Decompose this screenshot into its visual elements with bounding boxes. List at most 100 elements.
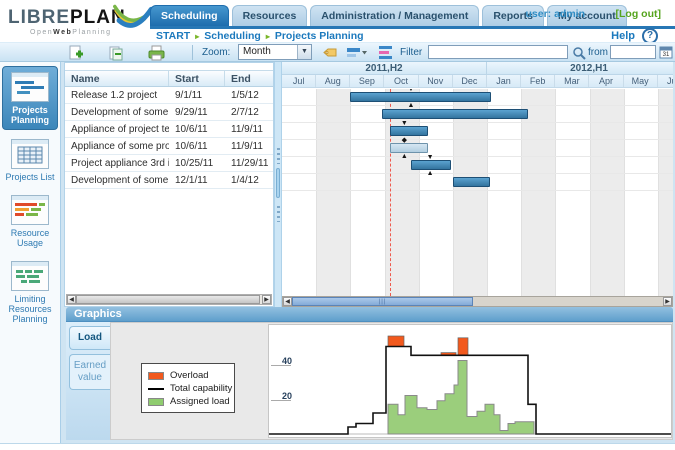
timeline-month: Oct xyxy=(384,75,418,87)
table-row[interactable]: Appliance of project template10/6/1111/9… xyxy=(65,121,273,138)
sidebar: Projects Planning Projects List Resource U… xyxy=(0,62,61,443)
cell-start: 10/6/11 xyxy=(169,121,225,137)
triangle-up-icon: ▲ xyxy=(426,170,435,177)
today-line xyxy=(390,89,391,296)
cell-start: 9/29/11 xyxy=(169,104,225,120)
timeline-period: 2012,H1 xyxy=(487,62,673,74)
sidebar-item-limiting-resources-planning[interactable]: Limiting Resources Planning xyxy=(2,256,58,328)
legend-label: Assigned load xyxy=(170,396,230,407)
gantt-year-row: 2011,H22012,H1 xyxy=(282,62,673,75)
tab-underline xyxy=(150,26,675,29)
cell-start: 10/25/11 xyxy=(169,155,225,171)
triangle-down-icon: ▼ xyxy=(406,89,415,93)
splitter-dots xyxy=(277,148,280,164)
column-header-end[interactable]: End xyxy=(225,71,273,86)
chevron-down-icon: ▼ xyxy=(297,45,311,59)
gantt-bar[interactable] xyxy=(382,109,528,119)
table-grid-icon xyxy=(11,139,49,169)
progress-icon[interactable] xyxy=(378,45,393,63)
gantt-bar[interactable] xyxy=(411,160,451,170)
breadcrumb-separator-icon: ▸ xyxy=(195,32,199,41)
zoom-level-select[interactable]: Month▼ xyxy=(238,44,312,60)
splitter-dots xyxy=(277,206,280,222)
limiting-bars-icon xyxy=(11,261,49,291)
cell-end: 1/5/12 xyxy=(225,87,273,103)
timeline-month: Jan xyxy=(487,75,521,87)
cell-name: Appliance of project template xyxy=(65,121,169,137)
box-swatch xyxy=(148,372,164,380)
gantt-bar[interactable] xyxy=(350,92,491,102)
resource-bars-icon xyxy=(11,195,49,225)
calendar-icon[interactable]: 31 xyxy=(659,45,673,62)
gantt-bar[interactable] xyxy=(390,126,428,136)
table-row[interactable]: Appliance of some project 2nd10/6/1111/9… xyxy=(65,138,273,155)
breadcrumb: START ▸ Scheduling ▸ Projects Planning xyxy=(156,30,364,42)
timeline-month: Jul xyxy=(282,75,316,87)
gantt-chart-icon xyxy=(11,72,49,102)
project-table-header: Name Start End xyxy=(65,70,273,87)
logo-tagline: OpenWebPlanning xyxy=(30,29,112,36)
column-header-start[interactable]: Start xyxy=(169,71,225,86)
labels-icon[interactable] xyxy=(346,45,368,63)
logout-link[interactable]: [Log out] xyxy=(616,8,661,20)
breadcrumb-item-projects-planning[interactable]: Projects Planning xyxy=(275,30,364,42)
tab-scheduling[interactable]: Scheduling xyxy=(150,5,229,26)
graphics-tab-load[interactable]: Load xyxy=(69,326,110,350)
gantt-toolbar: Zoom: Month▼ Filter from 31 xyxy=(0,42,675,62)
gantt-row xyxy=(282,123,673,140)
cell-end: 1/4/12 xyxy=(225,172,273,188)
cell-end: 2/7/12 xyxy=(225,104,273,120)
legend-item: Total capability xyxy=(148,382,228,395)
column-header-name[interactable]: Name xyxy=(65,71,169,86)
table-row[interactable]: Development of some project12/1/111/4/12 xyxy=(65,172,273,189)
table-row[interactable]: Development of some project9/29/112/7/12 xyxy=(65,104,273,121)
triangle-up-icon: ▲ xyxy=(400,153,409,160)
cell-start: 12/1/11 xyxy=(169,172,225,188)
splitter-handle[interactable] xyxy=(276,168,280,198)
tag-icon[interactable] xyxy=(322,45,338,63)
sidebar-item-label: Projects List xyxy=(3,172,57,182)
sidebar-item-projects-list[interactable]: Projects List xyxy=(2,134,58,186)
scroll-left-icon[interactable]: ◀ xyxy=(67,295,76,304)
sidebar-item-label: Limiting Resources Planning xyxy=(3,294,57,324)
breadcrumb-item-scheduling[interactable]: Scheduling xyxy=(204,30,261,42)
svg-text:40: 40 xyxy=(282,356,292,366)
scroll-left-icon[interactable]: ◀ xyxy=(283,297,292,306)
table-row[interactable]: Release 1.2 project9/1/111/5/12 xyxy=(65,87,273,104)
graphics-tab-earned-value[interactable]: Earned value xyxy=(69,354,110,390)
gantt-scrollbar-thumb[interactable]: ||| xyxy=(292,297,473,306)
gantt-panel: 2011,H22012,H1 JulAugSepOctNovDecJanFebM… xyxy=(282,62,673,307)
breadcrumb-item-start[interactable]: START xyxy=(156,30,190,42)
scroll-right-icon[interactable]: ▶ xyxy=(663,297,672,306)
table-horizontal-scrollbar[interactable]: ◀ ▶ xyxy=(66,294,272,305)
help-link[interactable]: Help xyxy=(611,30,635,42)
cell-name: Appliance of some project 2nd xyxy=(65,138,169,154)
breadcrumb-separator-icon: ▸ xyxy=(266,32,270,41)
gantt-horizontal-scrollbar[interactable]: ◀ ||| ▶ xyxy=(282,296,673,307)
from-date-input[interactable] xyxy=(610,45,656,59)
table-row[interactable]: Project appliance 3rd iteration10/25/111… xyxy=(65,155,273,172)
cell-name: Release 1.2 project xyxy=(65,87,169,103)
libreplan-app: LIBREPLAN OpenWebPlanning SchedulingReso… xyxy=(0,0,675,450)
gantt-bar[interactable] xyxy=(390,143,428,153)
cell-start: 10/6/11 xyxy=(169,138,225,154)
triangle-down-icon: ▼ xyxy=(400,120,409,127)
search-icon[interactable] xyxy=(572,46,586,63)
filter-input[interactable] xyxy=(428,45,568,59)
sidebar-item-projects-planning[interactable]: Projects Planning xyxy=(2,66,58,130)
project-table-panel: Name Start End Release 1.2 project9/1/11… xyxy=(64,62,274,307)
tab-administration-management[interactable]: Administration / Management xyxy=(310,5,479,26)
graphics-panel-header[interactable]: Graphics xyxy=(66,307,673,322)
cell-end: 11/29/11 xyxy=(225,155,273,171)
timeline-period: 2011,H2 xyxy=(282,62,487,74)
sidebar-item-label: Resource Usage xyxy=(3,228,57,248)
toolbar-separator xyxy=(192,45,193,60)
panel-splitter[interactable] xyxy=(274,62,282,307)
tab-resources[interactable]: Resources xyxy=(232,5,308,26)
sidebar-item-resource-usage[interactable]: Resource Usage xyxy=(2,190,58,252)
cell-end: 11/9/11 xyxy=(225,121,273,137)
scroll-right-icon[interactable]: ▶ xyxy=(262,295,271,304)
gantt-bar[interactable] xyxy=(453,177,490,187)
tagline-planning: Planning xyxy=(72,29,111,36)
table-scrollbar-thumb[interactable] xyxy=(76,295,260,304)
